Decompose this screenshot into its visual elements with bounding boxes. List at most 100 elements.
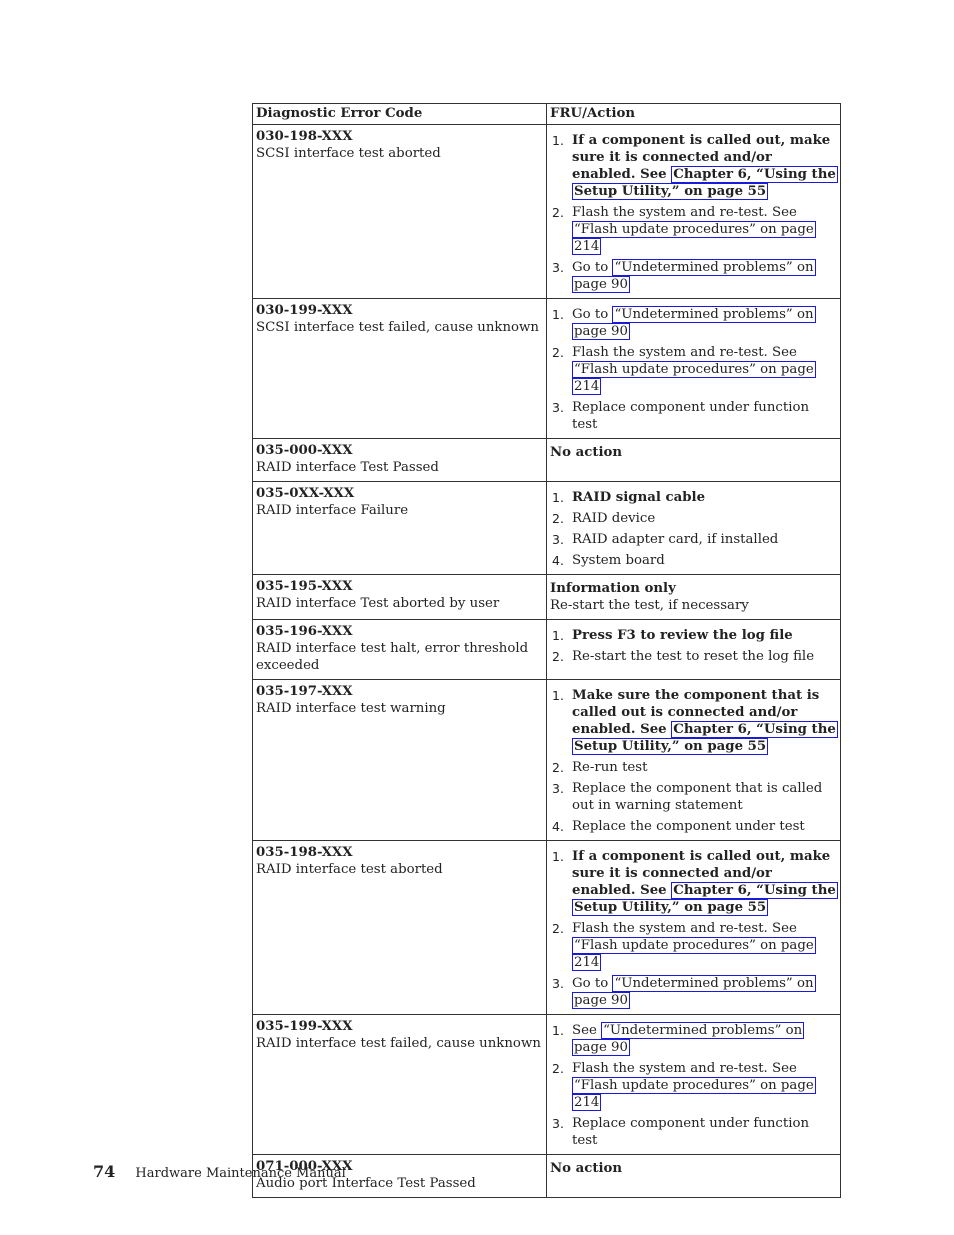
error-description: RAID interface test aborted (256, 862, 443, 877)
cross-reference-link[interactable]: “Undetermined problems” on page 90 (572, 1022, 805, 1056)
action-text: RAID adapter card, if installed (572, 532, 779, 547)
action-number: 2. (552, 760, 564, 775)
error-code: 030-199-XXX (256, 303, 353, 318)
error-code-cell: 035-195-XXX RAID interface Test aborted b… (252, 574, 547, 620)
error-description: SCSI interface test aborted (256, 146, 441, 161)
cross-reference-link[interactable]: “Flash update procedures” on page 214 (572, 361, 816, 395)
action-text: Replace the component under test (572, 819, 805, 834)
table-row: 035-000-XXX RAID interface Test Passed No … (252, 438, 841, 482)
action-item: 3. Replace component under function test (550, 399, 837, 433)
action-number: 1. (552, 490, 564, 505)
action-item: 2. Re-start the test to reset the log fil… (550, 648, 837, 665)
fru-action-cell: 1. If a component is called out, make sur… (546, 840, 841, 1015)
action-text: Go to (572, 307, 613, 322)
action-text: Go to (572, 976, 613, 991)
action-number: 1. (552, 307, 564, 322)
table-row: 030-198-XXX SCSI interface test aborted 1.… (252, 124, 841, 299)
error-code: 035-199-XXX (256, 1019, 353, 1034)
table-row: 035-0XX-XXX RAID interface Failure 1. RAID … (252, 481, 841, 575)
action-number: 4. (552, 819, 564, 834)
cross-reference-link[interactable]: “Flash update procedures” on page 214 (572, 221, 816, 255)
fru-action-cell: 1. If a component is called out, make sur… (546, 124, 841, 299)
cross-reference-link[interactable]: “Flash update procedures” on page 214 (572, 937, 816, 971)
action-number: 2. (552, 345, 564, 360)
cross-reference-link[interactable]: “Flash update procedures” on page 214 (572, 1077, 816, 1111)
action-item: 1. If a component is called out, make sur… (550, 132, 838, 200)
action-text: Go to (572, 260, 613, 275)
action-summary: Information only (550, 581, 676, 596)
fru-action-cell: No action (546, 1154, 841, 1198)
error-code-cell: 035-0XX-XXX RAID interface Failure (252, 481, 547, 575)
action-number: 3. (552, 400, 564, 415)
document-page: Diagnostic Error Code FRU/Action 030-198… (0, 0, 954, 1235)
action-item: 1. RAID signal cable (550, 489, 837, 506)
action-item: 1. Press F3 to review the log file (550, 627, 837, 644)
action-text: Replace component under function test (572, 1116, 810, 1148)
error-code: 035-0XX-XXX (256, 486, 355, 501)
action-item: 1. See “Undetermined problems” on page 90 (550, 1022, 837, 1056)
fru-action-cell: 1. See “Undetermined problems” on page 90… (546, 1014, 841, 1155)
action-item: 4. System board (550, 552, 837, 569)
action-number: 3. (552, 1116, 564, 1131)
error-code-cell: 035-197-XXX RAID interface test warning (252, 679, 547, 841)
table-header-row: Diagnostic Error Code FRU/Action (252, 103, 841, 125)
action-item: 2. Flash the system and re-test. See “Fla… (550, 920, 837, 971)
action-text: RAID device (572, 511, 656, 526)
error-code: 035-195-XXX (256, 579, 353, 594)
action-item: 3. Replace component under function test (550, 1115, 837, 1149)
fru-action-cell: No action (546, 438, 841, 482)
action-text: Press F3 to review the log file (572, 628, 793, 643)
action-item: 1. Make sure the component that is called… (550, 687, 838, 755)
header-fru-action: FRU/Action (546, 103, 841, 125)
action-text: Flash the system and re-test. See (572, 1061, 797, 1076)
fru-action-cell: 1. RAID signal cable 2. RAID device 3. RAID a… (546, 481, 841, 575)
action-item: 1. Go to “Undetermined problems” on page … (550, 306, 837, 340)
action-number: 1. (552, 1023, 564, 1038)
fru-action-cell: 1. Go to “Undetermined problems” on page … (546, 298, 841, 439)
action-list: 1. See “Undetermined problems” on page 90… (550, 1022, 837, 1149)
action-list: 1. If a component is called out, make sur… (550, 848, 838, 1009)
action-summary: No action (550, 445, 623, 460)
action-list: 1. Press F3 to review the log file 2. Re-st… (550, 627, 837, 665)
error-description: RAID interface Test Passed (256, 460, 439, 475)
error-code-cell: 035-000-XXX RAID interface Test Passed (252, 438, 547, 482)
action-item: 4. Replace the component under test (550, 818, 837, 835)
page-number: 74 (93, 1162, 116, 1181)
header-diagnostic-error-code: Diagnostic Error Code (252, 103, 547, 125)
action-summary: No action (550, 1161, 623, 1176)
error-code: 035-197-XXX (256, 684, 353, 699)
error-description: RAID interface test warning (256, 701, 446, 716)
action-number: 2. (552, 205, 564, 220)
table-body: 030-198-XXX SCSI interface test aborted 1.… (252, 124, 841, 1198)
action-list: 1. Make sure the component that is called… (550, 687, 838, 835)
error-code-cell: 035-196-XXX RAID interface test halt, err… (252, 619, 547, 680)
action-text: Flash the system and re-test. See (572, 205, 797, 220)
table-row: 035-198-XXX RAID interface test aborted 1.… (252, 840, 841, 1015)
error-code-cell: 035-199-XXX RAID interface test failed, c… (252, 1014, 547, 1155)
action-number: 1. (552, 688, 564, 703)
action-text: System board (572, 553, 665, 568)
action-text: Re-start the test to reset the log file (572, 649, 815, 664)
action-item: 2. Flash the system and re-test. See “Fla… (550, 344, 837, 395)
action-item: 2. Flash the system and re-test. See “Fla… (550, 1060, 837, 1111)
action-item: 2. RAID device (550, 510, 837, 527)
table-row: 035-195-XXX RAID interface Test aborted b… (252, 574, 841, 620)
error-code: 030-198-XXX (256, 129, 353, 144)
error-code-cell: 030-198-XXX SCSI interface test aborted (252, 124, 547, 299)
error-description: RAID interface test failed, cause unknow… (256, 1036, 541, 1051)
action-item: 1. If a component is called out, make sur… (550, 848, 838, 916)
action-number: 2. (552, 921, 564, 936)
action-number: 4. (552, 553, 564, 568)
action-text: Flash the system and re-test. See (572, 921, 797, 936)
error-description: SCSI interface test failed, cause unknow… (256, 320, 540, 335)
error-code: 035-198-XXX (256, 845, 353, 860)
table-row: 030-199-XXX SCSI interface test failed, c… (252, 298, 841, 439)
error-description: RAID interface Failure (256, 503, 409, 518)
fru-action-cell: 1. Press F3 to review the log file 2. Re-st… (546, 619, 841, 680)
manual-title: Hardware Maintenance Manual (135, 1166, 346, 1181)
action-text: Replace the component that is called out… (572, 781, 823, 813)
action-item: 3. RAID adapter card, if installed (550, 531, 837, 548)
action-list: 1. If a component is called out, make sur… (550, 132, 838, 293)
action-list: 1. RAID signal cable 2. RAID device 3. RAID a… (550, 489, 837, 569)
action-text: Flash the system and re-test. See (572, 345, 797, 360)
